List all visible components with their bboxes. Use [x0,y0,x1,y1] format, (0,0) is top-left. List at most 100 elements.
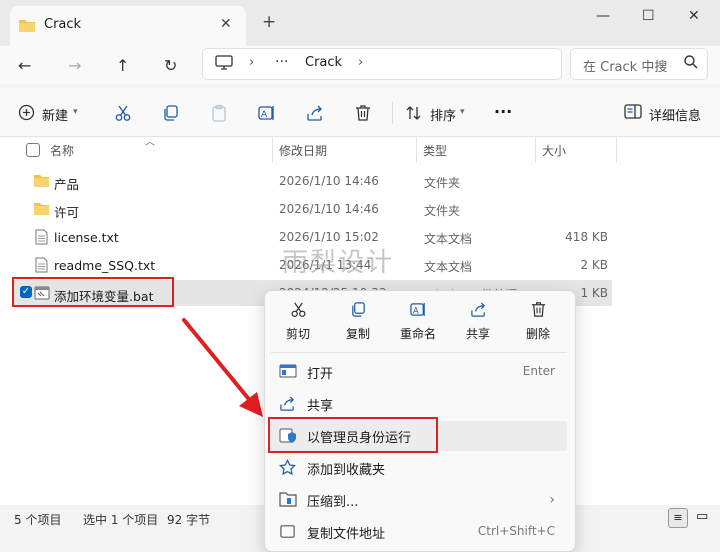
details-pane-icon[interactable] [624,104,642,120]
search-icon[interactable] [683,54,699,70]
menu-delete-button[interactable]: 删除 [510,301,566,342]
paste-icon[interactable] [210,104,228,122]
column-divider[interactable] [616,137,617,163]
menu-item-shortcut: Ctrl+Shift+C [477,524,555,538]
menu-item-label: 添加到收藏夹 [307,463,386,478]
menu-item-shortcut: Enter [522,364,555,378]
column-divider[interactable] [416,137,417,163]
folder-icon [34,175,49,187]
details-view-icon[interactable]: ≡ [668,508,688,528]
selection-size: 92 字节 [167,513,211,527]
cut-icon [291,302,305,317]
toolbar-divider [392,102,393,124]
star-icon [279,459,296,476]
list-item[interactable]: 产品 2026/1/10 14:46 文件夹 [14,168,612,194]
menu-share-button[interactable]: 共享 [450,301,506,342]
column-header-size[interactable]: 大小 [542,142,566,159]
text-file-icon [35,229,48,245]
folder-icon [34,203,49,215]
menu-delete-label: 删除 [525,327,550,341]
details-button[interactable]: 详细信息 [649,105,701,124]
select-all-checkbox[interactable] [26,143,40,157]
share-icon[interactable] [306,104,324,122]
menu-cut-label: 剪切 [285,327,310,341]
menu-share-label: 共享 [465,327,490,341]
sort-icon[interactable] [405,104,423,122]
chevron-down-icon[interactable]: ▾ [73,107,78,117]
menu-copy-button[interactable]: 复制 [330,301,386,342]
close-window-icon[interactable]: ✕ [688,8,700,24]
column-header-date[interactable]: 修改日期 [279,142,327,159]
tiles-view-icon[interactable]: ▭ [696,509,708,524]
file-type: 文件夹 [424,176,461,190]
up-icon[interactable]: ↑ [116,56,129,75]
search-input[interactable]: 在 Crack 中搜 [583,56,681,75]
item-count: 5 个项目 [14,513,62,527]
list-item[interactable]: 许可 2026/1/10 14:46 文件夹 [14,196,612,222]
open-icon [279,364,297,378]
selection-count: 选中 1 个项目 [83,513,159,527]
search-box[interactable]: 在 Crack 中搜 [570,48,708,80]
address-bar[interactable]: › ··· Crack › [202,48,562,80]
menu-rename-label: 重命名 [399,327,436,341]
menu-cut-button[interactable]: 剪切 [270,301,326,342]
column-divider[interactable] [535,137,536,163]
menu-rename-button[interactable]: A 重命名 [390,301,446,342]
chevron-right-icon: › [549,492,555,508]
chevron-down-icon[interactable]: ▾ [460,107,465,117]
menu-divider [271,352,567,353]
delete-icon[interactable] [354,104,372,122]
sort-button[interactable]: 排序 [430,105,456,124]
menu-item-label: 共享 [307,399,334,414]
navigation-bar: ← → ↑ ↻ › ··· Crack › 在 Crack 中搜 [0,46,720,84]
new-tab-button[interactable]: + [262,12,276,32]
close-icon[interactable]: ✕ [220,16,232,32]
cut-icon[interactable] [114,104,132,122]
rename-icon: A [409,302,425,316]
new-button[interactable]: 新建 [42,105,68,124]
chevron-right-icon[interactable]: › [249,55,254,70]
menu-item-compress[interactable]: 压缩到... › [269,485,567,515]
delete-icon [531,302,545,317]
column-header-name[interactable]: 名称 [50,142,74,159]
svg-text:A: A [261,110,268,120]
file-name: 许可 [54,205,80,220]
svg-text:A: A [412,306,418,316]
file-size: 2 KB [580,258,608,272]
share-icon [470,302,485,317]
highlight-box [12,277,174,307]
menu-item-share[interactable]: 共享 [269,389,567,419]
menu-copy-label: 复制 [345,327,370,341]
back-icon[interactable]: ← [18,56,31,75]
file-type: 文件夹 [424,204,461,218]
menu-item-copy-path[interactable]: 复制文件地址 Ctrl+Shift+C [269,517,567,547]
menu-item-add-favorite[interactable]: 添加到收藏夹 [269,453,567,483]
column-header-type[interactable]: 类型 [423,142,447,159]
forward-icon[interactable]: → [68,56,81,75]
file-name: 产品 [54,177,80,192]
refresh-icon[interactable]: ↻ [164,56,177,75]
file-name: license.txt [54,230,119,245]
title-bar: Crack ✕ + — ☐ ✕ [0,0,720,46]
minimize-icon[interactable]: — [596,8,610,24]
menu-item-open[interactable]: 打开 Enter [269,357,567,387]
file-date: 2026/1/10 14:46 [279,174,379,188]
computer-icon [215,55,233,70]
breadcrumb-overflow[interactable]: ··· [275,54,288,70]
breadcrumb-crack[interactable]: Crack [305,55,342,70]
file-date: 2026/1/10 14:46 [279,202,379,216]
command-bar: 新建 ▾ A 排序 ▾ ··· 详细信息 [0,88,720,137]
rename-icon[interactable]: A [258,104,276,122]
copy-icon [351,302,365,317]
menu-item-label: 压缩到... [307,495,359,510]
copy-icon[interactable] [162,104,180,122]
add-icon[interactable] [18,104,35,121]
more-options-button[interactable]: ··· [494,102,512,121]
text-file-icon [35,257,48,273]
chevron-right-icon[interactable]: › [358,55,363,70]
column-divider[interactable] [272,137,273,163]
file-type: 文本文档 [424,260,473,274]
watermark: 雨梨设计 [282,248,395,278]
maximize-icon[interactable]: ☐ [642,8,655,24]
tab-crack[interactable]: Crack ✕ [10,6,246,46]
